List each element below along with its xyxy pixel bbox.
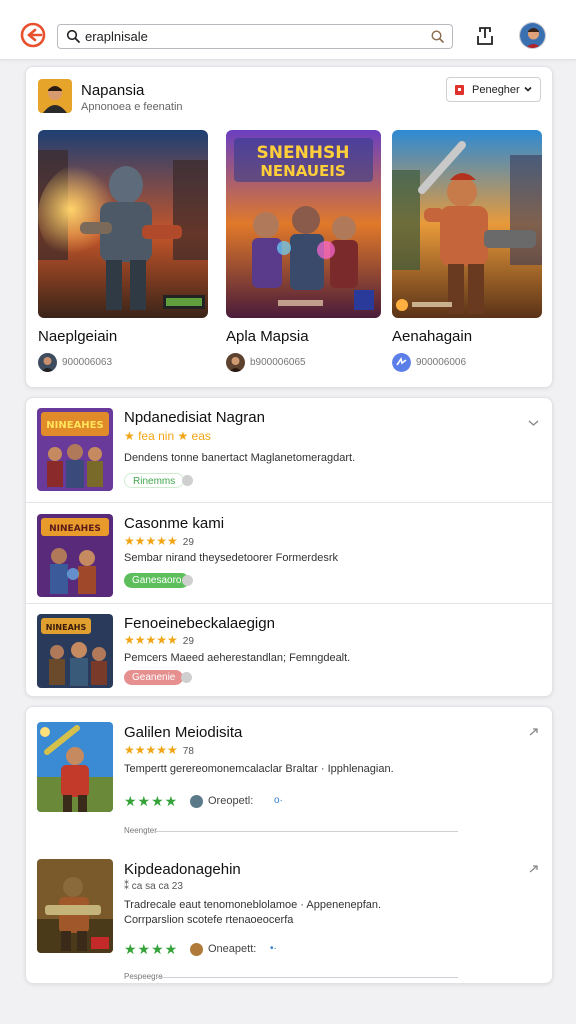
chevron-down-icon [524, 86, 532, 92]
publisher-avatar[interactable] [38, 79, 72, 113]
game-thumbnail[interactable] [37, 722, 113, 812]
user-avatar[interactable] [519, 22, 546, 49]
list-item[interactable]: Kipdeadonagehin ⁑ ca sa ca 23 Tradrecale… [26, 845, 554, 985]
owner-label: Oneapett: [208, 943, 257, 955]
game-meta: 900006063 [62, 357, 113, 368]
back-arrow-icon[interactable] [20, 22, 46, 48]
rating: ★ fea nin ★ eas [124, 429, 211, 443]
game-description: Sembar nirand theysedetoorer Formerdesrk [124, 552, 338, 564]
info-icon[interactable] [181, 672, 192, 683]
game-meta: 900006006 [416, 357, 467, 368]
info-icon[interactable] [182, 575, 193, 586]
list-item[interactable]: NINEAHS Fenoeinebeckalaegign ★★★★★ 29 Pem… [26, 604, 554, 698]
featured-title: Napansia [81, 82, 145, 99]
section-label: Neengter [124, 826, 157, 835]
info-icon[interactable] [182, 475, 193, 486]
svg-text:NINEAHES: NINEAHES [46, 420, 103, 431]
game-thumbnail[interactable]: NINEAHES [37, 408, 113, 491]
chevron-down-icon[interactable] [527, 416, 540, 429]
more-icon[interactable]: o· [274, 795, 283, 806]
search-submit-icon[interactable] [430, 29, 445, 44]
rating-value: 29 [182, 537, 194, 548]
rating-value: 29 [182, 636, 194, 647]
search-bar[interactable]: eraplnisale [57, 24, 453, 49]
game-artwork[interactable] [392, 130, 542, 318]
game-meta: b900006065 [250, 357, 306, 368]
top-bar: eraplnisale [0, 0, 576, 60]
game-thumbnail[interactable]: NINEAHES [37, 514, 113, 597]
rating: ⁑ ca sa ca 23 [124, 881, 183, 892]
game-name[interactable]: Naeplgeiain [38, 328, 117, 345]
game-title[interactable]: Fenoeinebeckalaegign [124, 615, 275, 632]
game-description: Tempertt gerereomonemcalaclar Braltar · … [124, 763, 394, 775]
game-list-card: NINEAHES Npdanedisiat Nagran ★ fea nin ★… [25, 397, 554, 698]
svg-text:NINEAHS: NINEAHS [46, 623, 87, 632]
rating: ★★★★★ 29 [124, 633, 194, 647]
sort-dropdown[interactable]: Penegher [446, 77, 541, 102]
game-title[interactable]: Casonme kami [124, 515, 224, 532]
game-artwork[interactable] [38, 130, 208, 318]
search-icon [66, 29, 80, 43]
game-list-card: Galilen Meiodisita ★★★★★ 78 Tempertt gere… [25, 706, 553, 984]
game-artwork[interactable]: SNENHSH NENAUEIS [226, 130, 381, 318]
svg-text:NINEAHES: NINEAHES [49, 524, 101, 534]
game-description-secondary: Corrparslion scotefe rtenaoeocerfa [124, 914, 294, 926]
developer-avatar [392, 353, 411, 372]
game-title[interactable]: Npdanedisiat Nagran [124, 409, 265, 426]
list-item[interactable]: NINEAHES Npdanedisiat Nagran ★ fea nin ★… [26, 398, 554, 502]
dropdown-label: Penegher [472, 84, 520, 96]
developer-avatar [38, 353, 57, 372]
game-name[interactable]: Apla Mapsia [226, 328, 309, 345]
status-badge: Ganesaoro [124, 573, 190, 588]
owner-label: Oreopetl: [208, 795, 254, 807]
flag-icon [455, 85, 464, 95]
game-title[interactable]: Galilen Meiodisita [124, 724, 242, 741]
user-score-stars: ★★★★ [124, 793, 179, 809]
game-thumbnail[interactable] [37, 859, 113, 953]
rating: ★★★★★ 78 [124, 743, 194, 757]
status-badge: Geanenie [124, 670, 184, 685]
game-thumbnail[interactable]: NINEAHS [37, 614, 113, 688]
divider [156, 977, 458, 978]
rating-value: 78 [182, 746, 194, 757]
game-name[interactable]: Aenahagain [392, 328, 472, 345]
owner-avatar [190, 795, 203, 808]
svg-text:NENAUEIS: NENAUEIS [260, 162, 345, 180]
featured-subtitle: Apnonoea e feenatin [81, 101, 183, 113]
game-description: Tradrecale eaut tenomoneblolamoe · Appen… [124, 899, 382, 911]
list-item[interactable]: Galilen Meiodisita ★★★★★ 78 Tempertt gere… [26, 707, 554, 845]
game-description: Pemcers Maeed aeherestandlan; Femngdealt… [124, 652, 351, 664]
featured-card: Napansia Apnonoea e feenatin Penegher Na… [25, 66, 553, 388]
list-item[interactable]: NINEAHES Casonme kami ★★★★★ 29 Sembar nir… [26, 503, 554, 603]
game-title[interactable]: Kipdeadonagehin [124, 861, 241, 878]
rating: ★★★★★ 29 [124, 534, 194, 548]
svg-text:SNENHSH: SNENHSH [256, 143, 349, 163]
user-score-stars: ★★★★ [124, 941, 179, 957]
game-description: Dendens tonne banertact Maglanetomeragda… [124, 452, 356, 464]
status-badge: Rinemms [124, 473, 185, 488]
search-input[interactable]: eraplnisale [85, 29, 148, 44]
share-icon[interactable] [474, 24, 496, 48]
more-icon[interactable]: •· [270, 943, 277, 954]
owner-avatar [190, 943, 203, 956]
divider [156, 831, 458, 832]
expand-icon[interactable] [527, 863, 540, 876]
expand-icon[interactable] [527, 726, 540, 739]
developer-avatar [226, 353, 245, 372]
